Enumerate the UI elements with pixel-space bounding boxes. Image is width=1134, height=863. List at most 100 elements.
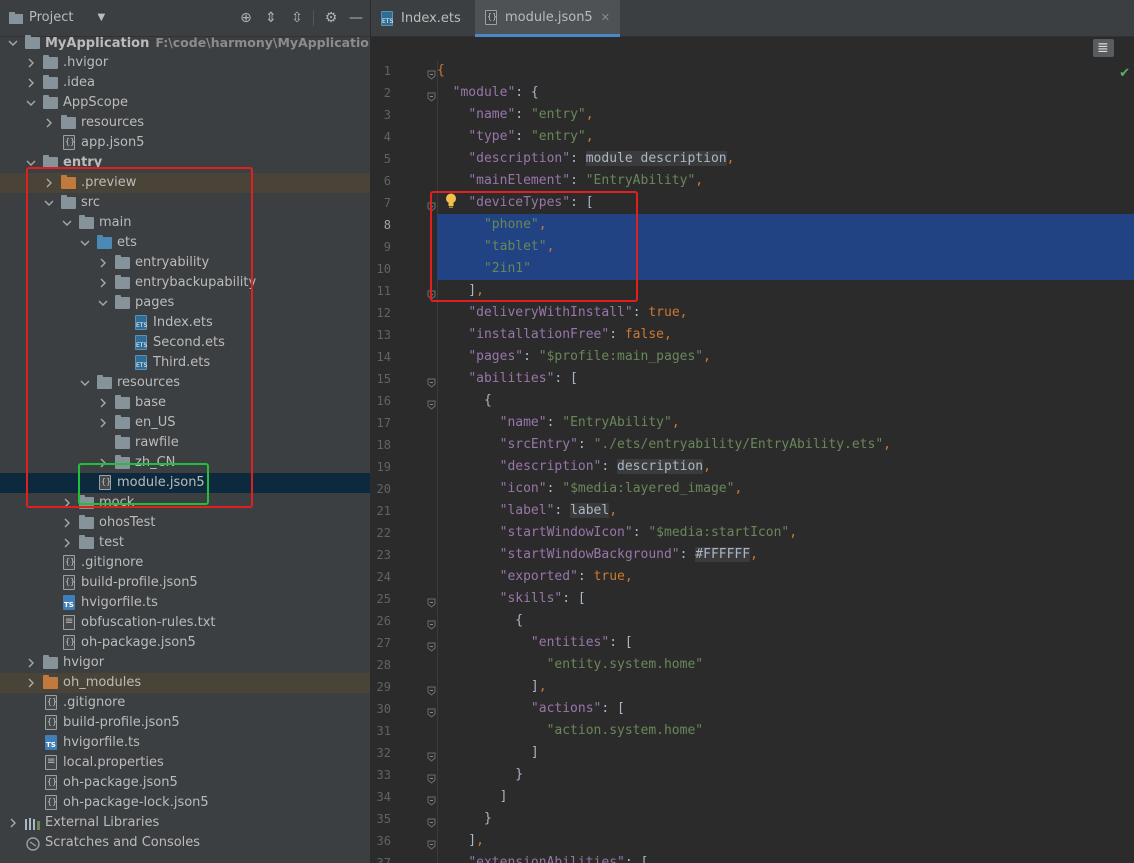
tree-item-hvigorfile-ts[interactable]: hvigorfile.ts	[0, 593, 370, 613]
fold-marker-icon[interactable]	[427, 770, 436, 784]
code-line[interactable]: {	[427, 390, 1134, 412]
code-line[interactable]: ],	[427, 676, 1134, 698]
tree-item-build-profile-json5[interactable]: build-profile.json5	[0, 713, 370, 733]
tab-module-json5[interactable]: module.json5 ✕	[475, 0, 620, 37]
code-token: ,	[734, 481, 743, 496]
chevron-right-icon[interactable]	[25, 53, 37, 73]
fold-marker-icon[interactable]	[427, 704, 436, 718]
code-line[interactable]: "installationFree": false,	[437, 324, 1134, 346]
tree-item-app-json5[interactable]: app.json5	[0, 133, 370, 153]
tab-index-ets[interactable]: Index.ets	[371, 0, 471, 37]
code-line[interactable]: "abilities": [	[427, 368, 1134, 390]
code-line[interactable]: "description": description,	[437, 456, 1134, 478]
tree-item-idea[interactable]: .idea	[0, 73, 370, 93]
chevron-right-icon[interactable]	[7, 813, 19, 833]
code-line[interactable]: "actions": [	[427, 698, 1134, 720]
tree-item-gitignore[interactable]: .gitignore	[0, 553, 370, 573]
tree-item-appscope[interactable]: AppScope	[0, 93, 370, 113]
code-line[interactable]: }	[427, 808, 1134, 830]
fold-marker-icon[interactable]	[427, 682, 436, 696]
tree-item-resources[interactable]: resources	[0, 113, 370, 133]
code-line[interactable]: "action.system.home"	[437, 720, 1134, 742]
project-view-selector[interactable]: Project ▼	[9, 10, 105, 25]
chevron-right-icon[interactable]	[25, 653, 37, 673]
fold-marker-icon[interactable]	[427, 748, 436, 762]
chevron-right-icon[interactable]	[25, 673, 37, 693]
collapse-all-icon[interactable]: ⇳	[288, 9, 306, 27]
tree-item-build-profile-json5[interactable]: build-profile.json5	[0, 573, 370, 593]
code-line[interactable]: "type": "entry",	[437, 126, 1134, 148]
code-line[interactable]: "description": module description,	[437, 148, 1134, 170]
code-line[interactable]: "icon": "$media:layered_image",	[437, 478, 1134, 500]
fold-marker-icon[interactable]	[427, 814, 436, 828]
tree-item-oh-package-json5[interactable]: oh-package.json5	[0, 633, 370, 653]
tree-item-obfuscation-rules-txt[interactable]: obfuscation-rules.txt	[0, 613, 370, 633]
code-line[interactable]: "extensionAbilities": [	[437, 852, 1134, 863]
code-line[interactable]: ],	[427, 830, 1134, 852]
fold-marker-icon[interactable]	[427, 638, 436, 652]
tree-item-ohostest[interactable]: ohosTest	[0, 513, 370, 533]
ts-file-icon	[63, 595, 75, 610]
tree-item-oh-package-lock-json5[interactable]: oh-package-lock.json5	[0, 793, 370, 813]
tree-item-external-libraries[interactable]: External Libraries	[0, 813, 370, 833]
tree-item-label: AppScope	[63, 95, 128, 110]
tree-item-myapplication[interactable]: MyApplication F:\code\harmony\MyApplicati…	[0, 33, 370, 53]
fold-marker-icon[interactable]	[427, 616, 436, 630]
code-line[interactable]: {	[427, 60, 1134, 82]
fold-marker-icon[interactable]	[427, 594, 436, 608]
tree-item-label: build-profile.json5	[81, 575, 198, 590]
settings-icon[interactable]: ⚙	[322, 9, 340, 27]
close-icon[interactable]: ✕	[601, 11, 610, 24]
expand-all-icon[interactable]: ⇕	[262, 9, 280, 27]
chevron-down-icon[interactable]: ▼	[97, 12, 105, 23]
code-text: ]	[437, 745, 539, 760]
chevron-right-icon[interactable]	[43, 113, 55, 133]
tree-item-hvigor[interactable]: .hvigor	[0, 53, 370, 73]
tree-item-oh-package-json5[interactable]: oh-package.json5	[0, 773, 370, 793]
chevron-down-icon[interactable]	[7, 33, 19, 53]
code-line[interactable]: "exported": true,	[437, 566, 1134, 588]
code-line[interactable]: "skills": [	[427, 588, 1134, 610]
annotation-green-box-module-json5	[78, 463, 209, 505]
tree-item-gitignore[interactable]: .gitignore	[0, 693, 370, 713]
reader-mode-icon[interactable]	[1093, 39, 1114, 57]
tree-item-hvigorfile-ts[interactable]: hvigorfile.ts	[0, 733, 370, 753]
fold-marker-icon[interactable]	[427, 374, 436, 388]
fold-marker-icon[interactable]	[427, 836, 436, 850]
chevron-right-icon[interactable]	[25, 73, 37, 93]
hide-icon[interactable]: —	[347, 9, 365, 27]
code-line[interactable]: "entity.system.home"	[437, 654, 1134, 676]
fold-marker-icon[interactable]	[427, 88, 436, 102]
code-line[interactable]: ]	[427, 742, 1134, 764]
chevron-right-icon[interactable]	[61, 513, 73, 533]
fold-marker-icon[interactable]	[427, 396, 436, 410]
code-token: ,	[664, 327, 672, 342]
code-token: :	[546, 481, 563, 496]
tree-item-local-properties[interactable]: local.properties	[0, 753, 370, 773]
code-line[interactable]: }	[427, 764, 1134, 786]
code-line[interactable]: "name": "entry",	[437, 104, 1134, 126]
tree-item-hvigor[interactable]: hvigor	[0, 653, 370, 673]
code-line[interactable]: ]	[427, 786, 1134, 808]
code-line[interactable]: "deliveryWithInstall": true,	[437, 302, 1134, 324]
code-line[interactable]: "pages": "$profile:main_pages",	[437, 346, 1134, 368]
chevron-right-icon[interactable]	[61, 533, 73, 553]
code-line[interactable]: "name": "EntryAbility",	[437, 412, 1134, 434]
fold-marker-icon[interactable]	[427, 66, 436, 80]
code-line[interactable]: {	[427, 610, 1134, 632]
tree-item-test[interactable]: test	[0, 533, 370, 553]
code-line[interactable]: "startWindowIcon": "$media:startIcon",	[437, 522, 1134, 544]
tree-item-oh-modules[interactable]: oh_modules	[0, 673, 370, 693]
code-line[interactable]: "module": {	[427, 82, 1134, 104]
code-line[interactable]: "startWindowBackground": #FFFFFF,	[437, 544, 1134, 566]
code-line[interactable]: "label": label,	[437, 500, 1134, 522]
code-line[interactable]: "srcEntry": "./ets/entryability/EntryAbi…	[437, 434, 1134, 456]
tree-item-scratches-and-consoles[interactable]: Scratches and Consoles	[0, 833, 370, 853]
code-view[interactable]: { "module": { "name": "entry", "type": "…	[427, 60, 1134, 863]
code-line[interactable]: "mainElement": "EntryAbility",	[437, 170, 1134, 192]
code-line[interactable]: "entities": [	[427, 632, 1134, 654]
chevron-down-icon[interactable]	[25, 93, 37, 113]
fold-marker-icon[interactable]	[427, 792, 436, 806]
locate-icon[interactable]: ⊕	[237, 9, 255, 27]
